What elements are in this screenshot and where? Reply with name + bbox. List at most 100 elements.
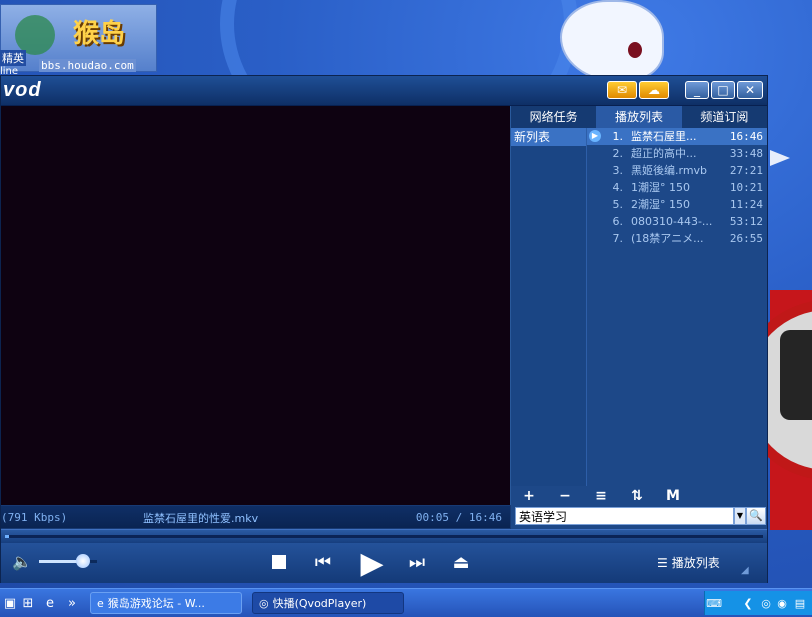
quicklaunch-more-icon[interactable]: » — [64, 595, 80, 611]
qvod-icon: ◎ — [259, 596, 269, 610]
taskbar-button-label: 猴岛游戏论坛 - W... — [107, 597, 205, 610]
playlist-entries: ▶ 1. 监禁石屋里... 16:46 2. 超正的高中... 33:48 3.… — [587, 128, 767, 486]
panel-tabs: 网络任务 播放列表 频道订阅 — [511, 106, 767, 128]
wallpaper-arrow — [770, 150, 790, 166]
entry-duration: 26:55 — [729, 232, 763, 245]
playlist-entry[interactable]: 2. 超正的高中... 33:48 — [587, 145, 767, 162]
seek-bar[interactable] — [1, 529, 767, 544]
stop-icon — [272, 555, 286, 569]
entry-index: 7. — [612, 232, 624, 245]
keyboard-icon[interactable]: ⌨ — [706, 596, 722, 610]
control-bar: 🔈 ⏮ ▶ ⏭ ⏏ ☰ 播放列表 ◢ — [1, 543, 767, 583]
tray-network-icon[interactable]: ▤ — [793, 596, 807, 610]
quicklaunch-folder-icon[interactable]: ▣ — [2, 595, 18, 611]
stop-button[interactable] — [270, 553, 288, 571]
tab-playlist[interactable]: 播放列表 — [596, 106, 682, 128]
time-display: 00:05 / 16:46 — [415, 511, 502, 524]
playlist-entry[interactable]: 3. 黑姬後编.rmvb 27:21 — [587, 162, 767, 179]
playlist-entry[interactable]: ▶ 1. 监禁石屋里... 16:46 — [587, 128, 767, 145]
search-input[interactable] — [515, 507, 734, 525]
desktop-icon-label[interactable]: 精英 — [0, 50, 26, 66]
search-dropdown-icon[interactable]: ▼ — [734, 507, 746, 525]
entry-duration: 33:48 — [729, 147, 763, 160]
title-bar[interactable]: vod ✉ ☁ _ □ ✕ — [1, 76, 767, 106]
entry-title: 黑姬後编.rmvb — [631, 164, 708, 177]
skin-icon[interactable]: ☁ — [639, 81, 669, 99]
close-button[interactable]: ✕ — [737, 81, 763, 99]
status-bar: (791 Kbps) 监禁石屋里的性爱.mkv 00:05 / 16:46 — [1, 506, 510, 528]
entry-index: 3. — [612, 164, 624, 177]
entry-title: 080310-443-... — [631, 215, 713, 228]
entry-index: 2. — [612, 147, 624, 160]
entry-index: 1. — [612, 130, 624, 143]
entry-duration: 11:24 — [729, 198, 763, 211]
resize-grip-icon[interactable]: ◢ — [741, 565, 749, 576]
volume-knob[interactable] — [75, 554, 90, 568]
playlist-entry[interactable]: 4. 1潮湿° 150 10:21 — [587, 179, 767, 196]
search-icon[interactable]: 🔍 — [746, 507, 766, 525]
next-button[interactable]: ⏭ — [405, 551, 429, 573]
playlist-panel: 网络任务 播放列表 频道订阅 新列表 ▶ 1. 监禁石屋里... 16:46 2… — [511, 106, 767, 529]
taskbar: ▣ ⊞ e » e 猴岛游戏论坛 - W... ◎ 快播(QvodPlayer)… — [0, 588, 812, 617]
wallpaper-dragon-eye — [628, 42, 642, 58]
maximize-button[interactable]: □ — [711, 81, 735, 99]
video-area[interactable] — [1, 106, 511, 505]
entry-index: 6. — [612, 215, 624, 228]
ie-icon: e — [97, 596, 104, 610]
sort-icon[interactable]: ⇅ — [619, 488, 655, 504]
wallpaper-figure — [780, 330, 812, 420]
volume-icon[interactable]: 🔈 — [11, 551, 33, 571]
list-column: 新列表 — [511, 128, 587, 486]
list-menu-icon[interactable]: ≡ — [583, 488, 619, 504]
playlist-toggle-button[interactable]: ☰ 播放列表 — [657, 554, 720, 571]
now-playing-icon: ▶ — [589, 130, 601, 142]
entry-duration: 10:21 — [729, 181, 763, 194]
quicklaunch-app-icon[interactable]: ⊞ — [20, 595, 36, 611]
logo-text: 猴岛 — [73, 19, 126, 49]
previous-button[interactable]: ⏮ — [311, 551, 335, 573]
taskbar-button-browser[interactable]: e 猴岛游戏论坛 - W... — [90, 592, 242, 614]
play-button[interactable]: ▶ — [355, 546, 389, 581]
logo-url: bbs.houdao.com — [39, 59, 136, 72]
system-tray: ⌨ ❮ ◎ ◉ ▤ — [704, 591, 812, 615]
mail-icon[interactable]: ✉ — [607, 81, 637, 99]
entry-duration: 27:21 — [729, 164, 763, 177]
quicklaunch-ie-icon[interactable]: e — [42, 595, 58, 611]
minimize-button[interactable]: _ — [685, 81, 709, 99]
palm-icon — [15, 15, 55, 55]
entry-duration: 16:46 — [729, 130, 763, 143]
seek-track[interactable] — [5, 535, 763, 538]
seek-progress — [5, 535, 9, 538]
playlist-toggle-label: 播放列表 — [671, 556, 720, 570]
entry-title: 2潮湿° 150 — [631, 198, 690, 211]
playlist-entry[interactable]: 5. 2潮湿° 150 11:24 — [587, 196, 767, 213]
add-icon[interactable]: + — [511, 488, 547, 504]
list-item-new[interactable]: 新列表 — [511, 128, 586, 146]
bitrate-text: (791 Kbps) — [1, 511, 68, 524]
tray-app-icon[interactable]: ◉ — [775, 596, 789, 610]
entry-title: (18禁アニメ... — [631, 232, 704, 245]
taskbar-button-qvod[interactable]: ◎ 快播(QvodPlayer) — [252, 592, 404, 614]
tab-network-tasks[interactable]: 网络任务 — [511, 106, 596, 128]
entry-duration: 53:12 — [729, 215, 763, 228]
taskbar-button-label: 快播(QvodPlayer) — [272, 597, 367, 610]
playlist-icon: ☰ — [657, 555, 668, 570]
entry-index: 5. — [612, 198, 624, 211]
playlist-entry[interactable]: 7. (18禁アニメ... 26:55 — [587, 230, 767, 247]
tray-chevron-icon[interactable]: ❮ — [741, 596, 755, 610]
brand-logo: vod — [3, 79, 42, 101]
entry-title: 1潮湿° 150 — [631, 181, 690, 194]
playlist-toolbar: + − ≡ ⇅ M — [511, 486, 767, 506]
remove-icon[interactable]: − — [547, 488, 583, 504]
eject-button[interactable]: ⏏ — [449, 551, 473, 573]
entry-title: 监禁石屋里... — [631, 130, 697, 143]
entry-title: 超正的高中... — [631, 147, 697, 160]
entry-index: 4. — [612, 181, 624, 194]
now-playing-filename: 监禁石屋里的性爱.mkv — [143, 512, 259, 525]
tab-channel-subscribe[interactable]: 频道订阅 — [682, 106, 767, 128]
search-row: ▼ 🔍 — [515, 507, 766, 527]
mode-icon[interactable]: M — [655, 488, 691, 504]
playlist-entry[interactable]: 6. 080310-443-... 53:12 — [587, 213, 767, 230]
tray-qvod-icon[interactable]: ◎ — [759, 596, 773, 610]
qvod-player-window: vod ✉ ☁ _ □ ✕ (791 Kbps) 监禁石屋里的性爱.mkv 00… — [0, 75, 768, 583]
